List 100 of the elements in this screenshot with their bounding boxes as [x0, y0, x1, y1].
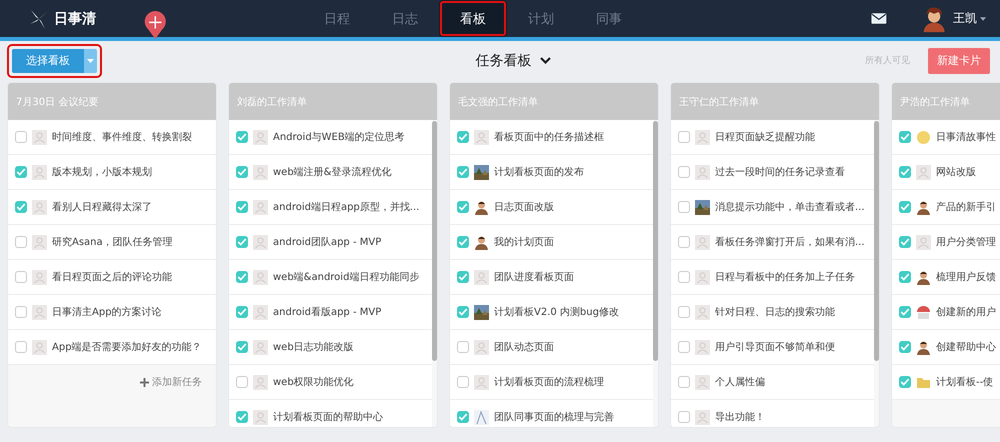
chevron-down-icon[interactable]: [540, 57, 550, 64]
checkbox[interactable]: [899, 166, 911, 178]
task-row[interactable]: web日志功能改版: [229, 330, 432, 365]
scrollbar[interactable]: [432, 121, 437, 361]
task-row[interactable]: 消息提示功能中，单击查看或者...: [671, 190, 874, 225]
task-row[interactable]: 看板页面中的任务描述框: [450, 120, 653, 155]
checkbox[interactable]: [457, 306, 469, 318]
task-row[interactable]: web端&android端日程功能同步: [229, 260, 432, 295]
task-row[interactable]: 计划看板页面的发布: [450, 155, 653, 190]
checkbox[interactable]: [899, 131, 911, 143]
task-row[interactable]: web端注册&登录流程优化: [229, 155, 432, 190]
plus-icon[interactable]: [140, 378, 149, 386]
task-row[interactable]: 个人属性偏: [671, 365, 874, 400]
checkbox[interactable]: [899, 271, 911, 283]
checkbox[interactable]: [236, 411, 248, 423]
checkbox[interactable]: [457, 131, 469, 143]
task-row[interactable]: 看板任务弹窗打开后，如果有消...: [671, 225, 874, 260]
scrollbar[interactable]: [653, 121, 658, 361]
checkbox[interactable]: [457, 271, 469, 283]
checkbox[interactable]: [899, 236, 911, 248]
logo-text[interactable]: 日事清: [54, 10, 96, 28]
checkbox[interactable]: [899, 201, 911, 213]
avatar-placeholder-icon: [695, 374, 710, 390]
task-row[interactable]: web权限功能优化: [229, 365, 432, 400]
task-row[interactable]: 针对日程、日志的搜索功能: [671, 295, 874, 330]
checkbox[interactable]: [678, 306, 690, 318]
checkbox[interactable]: [678, 341, 690, 353]
task-row[interactable]: 我的计划页面: [450, 225, 653, 260]
task-row[interactable]: 用户引导页面不够简单和便: [671, 330, 874, 365]
task-row[interactable]: 计划看板页面的流程梳理: [450, 365, 653, 400]
task-row[interactable]: 用户分类管理: [892, 225, 1000, 260]
checkbox[interactable]: [15, 306, 27, 318]
task-row[interactable]: 日程页面缺乏提醒功能: [671, 120, 874, 155]
task-title: 用户分类管理: [936, 236, 996, 249]
checkbox[interactable]: [899, 306, 911, 318]
task-row[interactable]: 日事清主App的方案讨论: [8, 295, 216, 330]
task-row[interactable]: 版本规划，小版本规划: [8, 155, 216, 190]
task-row[interactable]: 团队进度看板页面: [450, 260, 653, 295]
board-title[interactable]: 任务看板: [476, 52, 532, 70]
task-row[interactable]: 时间维度、事件维度、转换割裂: [8, 120, 216, 155]
checkbox[interactable]: [236, 166, 248, 178]
task-row[interactable]: 网站改版: [892, 155, 1000, 190]
checkbox[interactable]: [899, 376, 911, 388]
checkbox[interactable]: [678, 166, 690, 178]
task-row[interactable]: 看别人日程藏得太深了: [8, 190, 216, 225]
checkbox[interactable]: [236, 306, 248, 318]
checkbox[interactable]: [15, 131, 27, 143]
checkbox[interactable]: [899, 341, 911, 353]
checkbox[interactable]: [457, 341, 469, 353]
checkbox[interactable]: [236, 376, 248, 388]
task-row[interactable]: Android与WEB端的定位思考: [229, 120, 432, 155]
caret-icon[interactable]: [980, 16, 986, 20]
task-row[interactable]: android团队app - MVP: [229, 225, 432, 260]
checkbox[interactable]: [678, 131, 690, 143]
user-menu[interactable]: 王凯: [946, 10, 980, 27]
checkbox[interactable]: [236, 131, 248, 143]
nav-tab[interactable]: 看板: [438, 0, 507, 37]
dropdown-button[interactable]: [84, 48, 97, 72]
task-row[interactable]: android看版app - MVP: [229, 295, 432, 330]
task-row[interactable]: 过去一段时间的任务记录查看: [671, 155, 874, 190]
task-row[interactable]: 计划看板--使: [892, 365, 1000, 400]
checkbox[interactable]: [15, 271, 27, 283]
checkbox[interactable]: [15, 201, 27, 213]
task-row[interactable]: 创建帮助中心: [892, 330, 1000, 365]
checkbox[interactable]: [236, 341, 248, 353]
task-row[interactable]: 梳理用户反馈: [892, 260, 1000, 295]
checkbox[interactable]: [15, 341, 27, 353]
checkbox[interactable]: [678, 236, 690, 248]
task-row[interactable]: 计划看板V2.0 内测bug修改: [450, 295, 653, 330]
task-row[interactable]: 团队同事页面的梳理与完善: [450, 400, 653, 427]
checkbox[interactable]: [15, 236, 27, 248]
checkbox[interactable]: [15, 166, 27, 178]
task-row[interactable]: 团队动态页面: [450, 330, 653, 365]
task-row[interactable]: 研究Asana，团队任务管理: [8, 225, 216, 260]
task-title: 看板页面中的任务描述框: [494, 130, 604, 144]
checkbox[interactable]: [678, 376, 690, 388]
checkbox[interactable]: [678, 201, 690, 213]
task-row[interactable]: 日事清故事性: [892, 120, 1000, 155]
checkbox[interactable]: [457, 376, 469, 388]
checkbox[interactable]: [678, 411, 690, 423]
checkbox[interactable]: [236, 201, 248, 213]
task-row[interactable]: App端是否需要添加好友的功能？: [8, 330, 216, 365]
task-row[interactable]: 计划看板页面的帮助中心: [229, 400, 432, 427]
task-row[interactable]: android端日程app原型，并找...: [229, 190, 432, 225]
checkbox[interactable]: [457, 201, 469, 213]
checkbox[interactable]: [236, 236, 248, 248]
task-row[interactable]: 导出功能！: [671, 400, 874, 427]
avatar-placeholder-icon: [695, 130, 710, 144]
checkbox[interactable]: [236, 271, 248, 283]
task-row[interactable]: 产品的新手引: [892, 190, 1000, 225]
task-row[interactable]: 创建新的用户: [892, 295, 1000, 330]
scrollbar[interactable]: [874, 121, 879, 361]
task-row[interactable]: 日志页面改版: [450, 190, 653, 225]
task-row[interactable]: 日程与看板中的任务加上子任务: [671, 260, 874, 295]
checkbox[interactable]: [678, 271, 690, 283]
checkbox[interactable]: [457, 411, 469, 423]
checkbox[interactable]: [457, 166, 469, 178]
task-row[interactable]: 看日程页面之后的评论功能: [8, 260, 216, 295]
checkbox[interactable]: [457, 236, 469, 248]
mail-icon[interactable]: [870, 12, 887, 25]
